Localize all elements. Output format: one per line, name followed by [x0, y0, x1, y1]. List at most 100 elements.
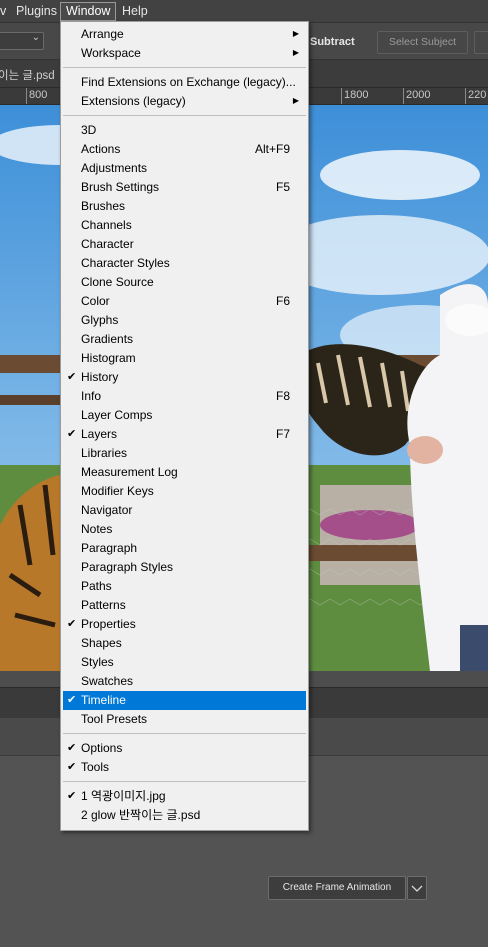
menu-item-label: Properties	[81, 617, 136, 631]
menu-item-tools[interactable]: ✔ Tools	[63, 758, 306, 777]
menu-item-brushes[interactable]: Brushes	[63, 197, 306, 216]
menu-item-workspace[interactable]: Workspace ▶	[63, 44, 306, 63]
menu-item-gradients[interactable]: Gradients	[63, 330, 306, 349]
checkmark-icon: ✔	[67, 618, 77, 630]
menu-item-label: Paragraph Styles	[81, 560, 174, 574]
ruler-label: 1800	[344, 89, 369, 101]
menu-item-1-jpg[interactable]: ✔ 1 역광이미지.jpg	[63, 787, 306, 806]
menu-item-arrange[interactable]: Arrange ▶	[63, 25, 306, 44]
submenu-arrow-icon: ▶	[292, 29, 299, 38]
menu-item-actions[interactable]: Actions Alt+F9	[63, 140, 306, 159]
menu-item-shortcut: Alt+F9	[254, 142, 290, 156]
menu-item-label: Brushes	[81, 199, 126, 213]
menu-item-label: Notes	[81, 522, 113, 536]
menu-item-2-glow-psd[interactable]: 2 glow 반짝이는 글.psd	[63, 806, 306, 825]
menu-item-character-styles[interactable]: Character Styles	[63, 254, 306, 273]
menu-item-navigator[interactable]: Navigator	[63, 501, 306, 520]
menu-item-modifier-keys[interactable]: Modifier Keys	[63, 482, 306, 501]
menu-item-patterns[interactable]: Patterns	[63, 596, 306, 615]
menu-item-label: Actions	[81, 142, 121, 156]
menu-item-label: Channels	[81, 218, 132, 232]
menu-item-paragraph[interactable]: Paragraph	[63, 539, 306, 558]
menu-item-label: Character	[81, 237, 134, 251]
menu-item-shortcut: F5	[275, 180, 290, 194]
menu-item-label: Color	[81, 294, 110, 308]
menu-item-extensions-legacy[interactable]: Extensions (legacy) ▶	[63, 92, 306, 111]
select-subject-button[interactable]: Select Subject	[377, 31, 468, 54]
create-animation-dropdown[interactable]	[407, 876, 427, 900]
menu-item-tool-presets[interactable]: Tool Presets	[63, 710, 306, 729]
menu-item-label: Layers	[81, 427, 118, 441]
menu-item-layers[interactable]: ✔ Layers F7	[63, 425, 306, 444]
checkmark-icon: ✔	[67, 761, 77, 773]
menu-plugins[interactable]: Plugins	[11, 3, 62, 20]
subtract-mode-button[interactable]: Subtract	[310, 36, 355, 48]
menu-item-label: Find Extensions on Exchange (legacy)...	[81, 75, 296, 89]
create-frame-animation-button[interactable]: Create Frame Animation	[268, 876, 406, 900]
options-extra-button[interactable]	[474, 31, 488, 54]
menu-item-label: Adjustments	[81, 161, 148, 175]
menu-item-clone-source[interactable]: Clone Source	[63, 273, 306, 292]
menu-view[interactable]: v	[0, 3, 11, 20]
menu-item-label: Layer Comps	[81, 408, 153, 422]
document-tab[interactable]: 이는 글.psd	[0, 67, 55, 83]
checkmark-icon: ✔	[67, 371, 77, 383]
menu-separator	[63, 733, 306, 734]
menu-item-history[interactable]: ✔ History	[63, 368, 306, 387]
menu-item-notes[interactable]: Notes	[63, 520, 306, 539]
menu-item-label: Options	[81, 741, 123, 755]
menu-item-label: Paths	[81, 579, 112, 593]
menu-item-3d[interactable]: 3D	[63, 121, 306, 140]
menu-separator	[63, 115, 306, 116]
menu-item-paragraph-styles[interactable]: Paragraph Styles	[63, 558, 306, 577]
menu-item-shapes[interactable]: Shapes	[63, 634, 306, 653]
menu-item-label: Navigator	[81, 503, 133, 517]
ruler-label: 2000	[406, 89, 431, 101]
submenu-arrow-icon: ▶	[292, 96, 299, 105]
menu-item-label: Timeline	[81, 693, 126, 707]
menu-item-shortcut: F8	[275, 389, 290, 403]
menu-item-label: Histogram	[81, 351, 136, 365]
menu-item-channels[interactable]: Channels	[63, 216, 306, 235]
menu-item-character[interactable]: Character	[63, 235, 306, 254]
menu-bar: v Plugins Window Help	[0, 0, 488, 23]
menu-item-label: Measurement Log	[81, 465, 178, 479]
menu-window[interactable]: Window	[60, 2, 117, 21]
menu-item-options[interactable]: ✔ Options	[63, 739, 306, 758]
menu-item-find-extensions-on-exchange-legacy[interactable]: Find Extensions on Exchange (legacy)...	[63, 73, 306, 92]
menu-item-brush-settings[interactable]: Brush Settings F5	[63, 178, 306, 197]
tool-preset-select[interactable]: ⌄	[0, 32, 44, 50]
chevron-down-icon	[411, 885, 423, 892]
menu-item-label: Brush Settings	[81, 180, 160, 194]
menu-item-glyphs[interactable]: Glyphs	[63, 311, 306, 330]
menu-item-layer-comps[interactable]: Layer Comps	[63, 406, 306, 425]
menu-separator	[63, 67, 306, 68]
menu-item-color[interactable]: Color F6	[63, 292, 306, 311]
menu-item-properties[interactable]: ✔ Properties	[63, 615, 306, 634]
menu-item-label: Swatches	[81, 674, 134, 688]
menu-item-libraries[interactable]: Libraries	[63, 444, 306, 463]
menu-item-styles[interactable]: Styles	[63, 653, 306, 672]
menu-item-label: Tool Presets	[81, 712, 148, 726]
menu-item-label: Styles	[81, 655, 114, 669]
menu-help[interactable]: Help	[117, 3, 153, 20]
menu-item-label: 2 glow 반짝이는 글.psd	[81, 808, 201, 822]
menu-item-adjustments[interactable]: Adjustments	[63, 159, 306, 178]
menu-item-label: Libraries	[81, 446, 128, 460]
ruler-tick	[465, 88, 466, 104]
menu-item-paths[interactable]: Paths	[63, 577, 306, 596]
menu-item-swatches[interactable]: Swatches	[63, 672, 306, 691]
menu-item-label: Gradients	[81, 332, 134, 346]
menu-item-info[interactable]: Info F8	[63, 387, 306, 406]
menu-item-label: Info	[81, 389, 102, 403]
menu-item-measurement-log[interactable]: Measurement Log	[63, 463, 306, 482]
menu-item-label: Workspace	[81, 46, 141, 60]
menu-item-histogram[interactable]: Histogram	[63, 349, 306, 368]
menu-item-label: Character Styles	[81, 256, 170, 270]
menu-item-shortcut: F6	[275, 294, 290, 308]
menu-item-timeline[interactable]: ✔ Timeline	[63, 691, 306, 710]
checkmark-icon: ✔	[67, 742, 77, 754]
ruler-tick	[341, 88, 342, 104]
menu-item-label: Patterns	[81, 598, 126, 612]
ruler-label: 220	[468, 89, 487, 101]
